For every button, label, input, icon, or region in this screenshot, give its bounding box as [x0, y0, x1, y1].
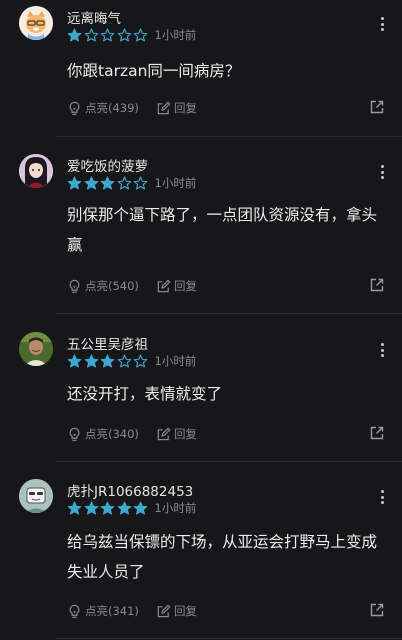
cat-avatar-icon[interactable]: [19, 6, 53, 40]
reply-button[interactable]: 回复: [156, 603, 197, 619]
reply-label: 回复: [173, 427, 197, 441]
share-icon[interactable]: [369, 99, 385, 115]
star-icon: [117, 354, 131, 367]
lightbulb-icon: [69, 279, 80, 293]
like-count-label: 点亮(540): [85, 279, 139, 293]
star-icon: [133, 501, 148, 514]
comment-line: 还没开打，表情就变了: [67, 385, 223, 403]
share-icon[interactable]: [369, 277, 385, 293]
like-count-label: 点亮(439): [85, 101, 139, 115]
like-button[interactable]: 点亮(340): [67, 426, 139, 442]
divider: [56, 313, 402, 314]
username[interactable]: 远离晦气: [67, 7, 121, 27]
edit-reply-icon: [157, 101, 171, 114]
comment-line: 赢: [67, 236, 83, 254]
comment-text: 你跟tarzan同一间病房？: [67, 56, 382, 86]
timestamp: 1小时前: [154, 354, 197, 368]
username[interactable]: 五公里吴彦祖: [67, 333, 148, 353]
man-photo-avatar-icon[interactable]: [19, 332, 53, 366]
comment-text: 还没开打，表情就变了: [67, 379, 382, 409]
star-icon: [84, 176, 98, 189]
comment-actions: 点亮(341) 回复: [67, 601, 387, 621]
star-rating: 1小时前: [67, 500, 196, 516]
star-icon: [67, 354, 82, 367]
like-button[interactable]: 点亮(439): [67, 100, 139, 116]
star-rating: 1小时前: [67, 27, 196, 43]
star-icon: [133, 176, 148, 189]
comment-line: 你跟tarzan同一间病房？: [67, 62, 241, 80]
more-options-icon[interactable]: [372, 340, 392, 360]
comment-actions: 点亮(439) 回复: [67, 98, 387, 118]
share-icon[interactable]: [369, 425, 385, 441]
reply-label: 回复: [173, 279, 197, 293]
username[interactable]: 虎扑JR1066882453: [67, 480, 193, 500]
divider: [56, 136, 402, 137]
star-icon: [84, 28, 98, 41]
star-rating: 1小时前: [67, 175, 196, 191]
edit-reply-icon: [157, 427, 171, 440]
comment-feed: 远离晦气 1小时前 你跟tarzan同一间病房？ 点亮(439) 回复 爱吃饭的…: [0, 0, 402, 640]
lightbulb-icon: [69, 427, 80, 441]
star-rating: 1小时前: [67, 353, 196, 369]
star-icon: [117, 176, 131, 189]
comment-line: 别保那个逼下路了，一点团队资源没有，拿头: [67, 206, 378, 224]
divider: [56, 461, 402, 462]
star-icon: [100, 501, 115, 514]
star-icon: [100, 176, 115, 189]
default-avatar-icon[interactable]: [19, 479, 53, 513]
star-icon: [100, 354, 115, 367]
star-icon: [133, 28, 148, 41]
divider: [56, 638, 402, 639]
star-icon: [67, 501, 82, 514]
star-icon: [84, 501, 98, 514]
comment-line: 失业人员了: [67, 563, 145, 581]
more-options-icon[interactable]: [372, 14, 392, 34]
comment-text: 给乌兹当保镖的下场，从亚运会打野马上变成 失业人员了: [67, 527, 382, 587]
lightbulb-icon: [69, 604, 80, 618]
like-count-label: 点亮(341): [85, 604, 139, 618]
timestamp: 1小时前: [154, 176, 197, 190]
more-options-icon[interactable]: [372, 487, 392, 507]
share-icon[interactable]: [369, 602, 385, 618]
reply-label: 回复: [173, 101, 197, 115]
star-icon: [84, 354, 98, 367]
like-button[interactable]: 点亮(540): [67, 278, 139, 294]
lightbulb-icon: [69, 101, 80, 115]
username[interactable]: 爱吃饭的菠萝: [67, 155, 148, 175]
reply-button[interactable]: 回复: [156, 100, 197, 116]
like-button[interactable]: 点亮(341): [67, 603, 139, 619]
comment-line: 给乌兹当保镖的下场，从亚运会打野马上变成: [67, 533, 378, 551]
timestamp: 1小时前: [154, 28, 197, 42]
comment-actions: 点亮(340) 回复: [67, 424, 387, 444]
comment-actions: 点亮(540) 回复: [67, 276, 387, 296]
edit-reply-icon: [157, 604, 171, 617]
star-icon: [100, 28, 115, 41]
star-icon: [67, 176, 82, 189]
star-icon: [117, 501, 131, 514]
like-count-label: 点亮(340): [85, 427, 139, 441]
reply-button[interactable]: 回复: [156, 278, 197, 294]
reply-label: 回复: [173, 604, 197, 618]
edit-reply-icon: [157, 279, 171, 292]
reply-button[interactable]: 回复: [156, 426, 197, 442]
comment-text: 别保那个逼下路了，一点团队资源没有，拿头 赢: [67, 200, 382, 260]
star-icon: [133, 354, 148, 367]
star-icon: [117, 28, 131, 41]
more-options-icon[interactable]: [372, 162, 392, 182]
anime-girl-avatar-icon[interactable]: [19, 154, 53, 188]
timestamp: 1小时前: [154, 501, 197, 515]
star-icon: [67, 28, 82, 41]
